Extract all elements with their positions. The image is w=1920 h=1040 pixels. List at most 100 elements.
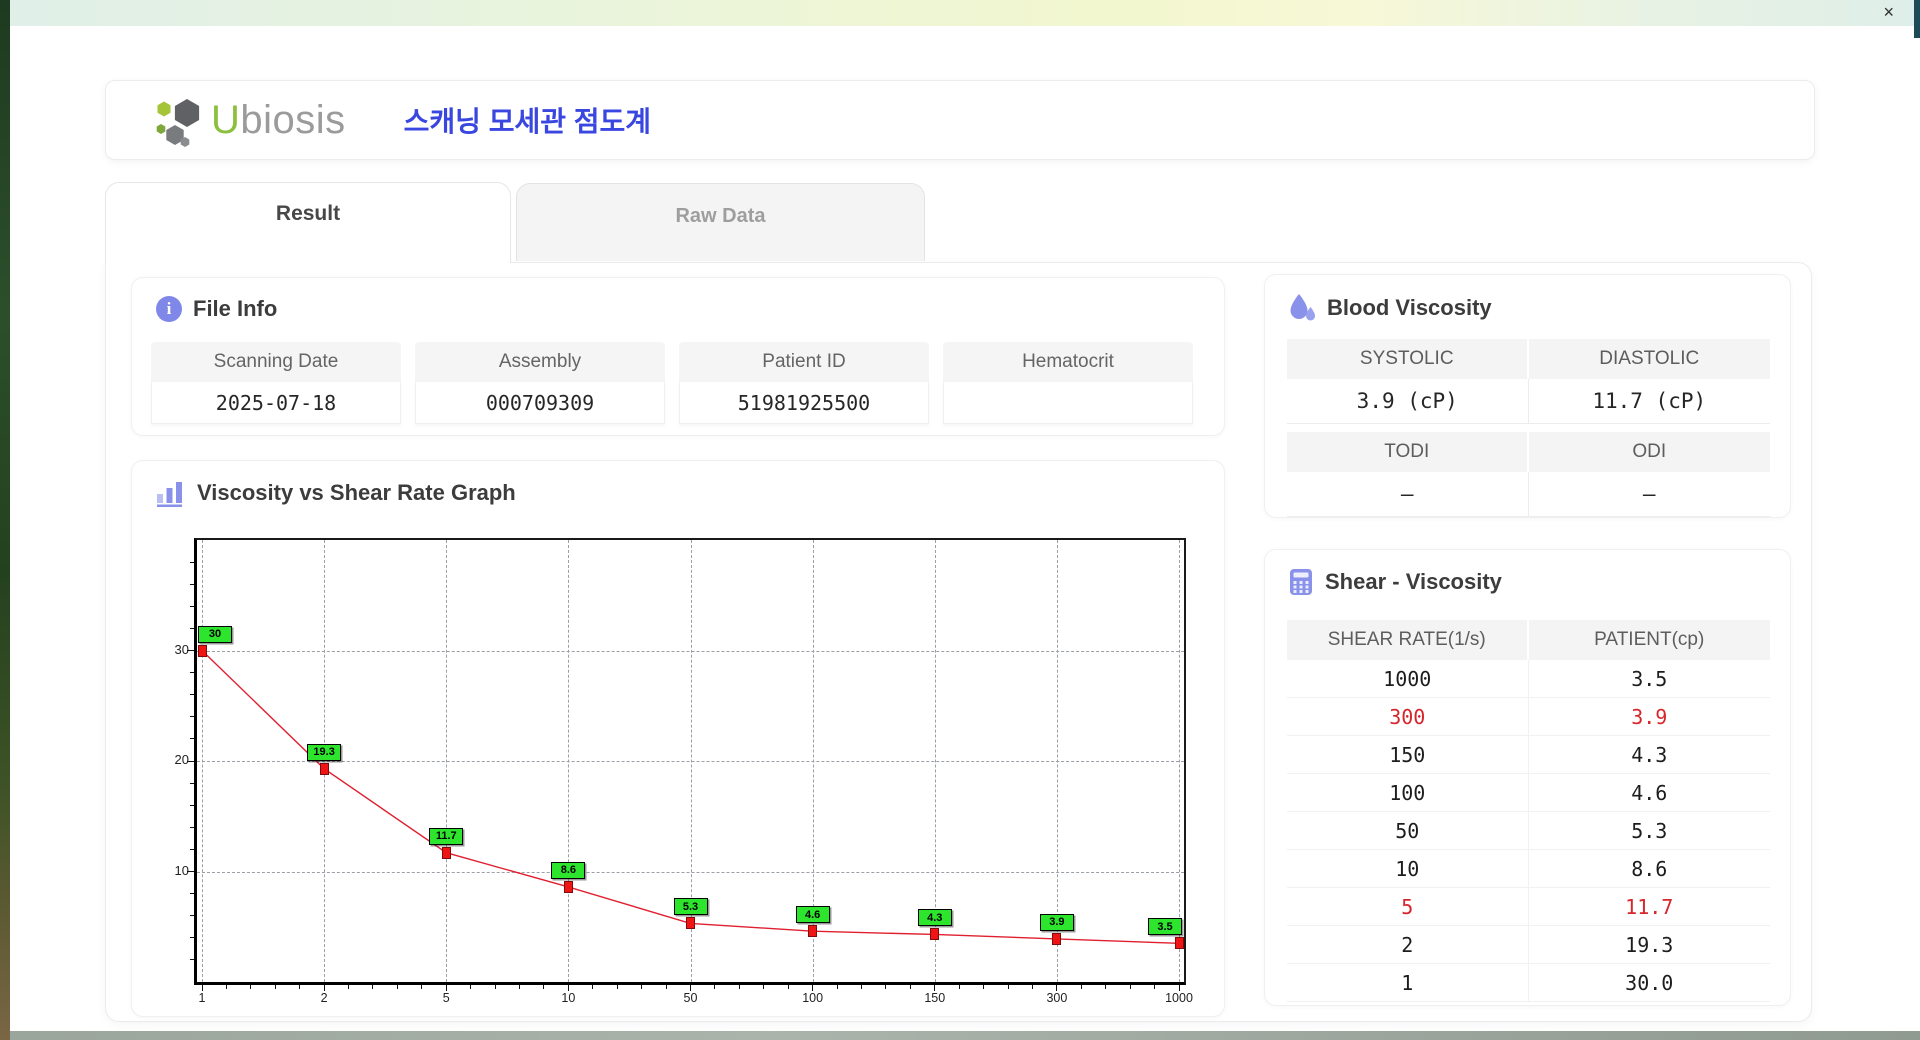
y-tick-label: 20 xyxy=(174,752,189,767)
x-minor-tick xyxy=(836,985,838,989)
bv-value: 11.7 (cP) xyxy=(1528,379,1770,424)
viscosity-chart: 30 19.3 11.7 8.6 5.3 4.6 4.3 3.9 3.5 xyxy=(194,538,1186,985)
x-tick-label: 5 xyxy=(442,991,450,1005)
x-tick-label: 50 xyxy=(683,991,698,1005)
table-row: 100 4.6 xyxy=(1287,774,1770,812)
data-point-label: 19.3 xyxy=(307,743,342,761)
x-major-tick xyxy=(323,985,325,991)
shear-rate-cell: 300 xyxy=(1287,698,1529,736)
patient-cell: 4.3 xyxy=(1528,736,1770,774)
calculator-icon xyxy=(1290,569,1312,595)
x-minor-tick xyxy=(1129,985,1131,989)
patient-cell: 30.0 xyxy=(1528,964,1770,1002)
tab-result[interactable]: Result xyxy=(105,182,511,263)
ubiosis-logo-icon xyxy=(156,99,200,147)
patient-cell: 5.3 xyxy=(1528,812,1770,850)
file-info-field-value: 51981925500 xyxy=(679,382,929,424)
x-minor-tick xyxy=(983,985,985,989)
x-minor-tick xyxy=(494,985,496,989)
app-title: 스캐닝 모세관 점도계 xyxy=(403,106,652,137)
shear-rate-cell: 1 xyxy=(1287,964,1529,1002)
x-minor-tick xyxy=(1080,985,1082,989)
patient-cell: 11.7 xyxy=(1528,888,1770,926)
x-tick-label: 1000 xyxy=(1165,991,1193,1005)
x-minor-tick xyxy=(372,985,374,989)
x-minor-tick xyxy=(470,985,472,989)
shear-rate-cell: 150 xyxy=(1287,736,1529,774)
bv-label: SYSTOLIC xyxy=(1287,339,1529,379)
file-info-field-3: Hematocrit xyxy=(943,342,1193,424)
x-minor-tick xyxy=(885,985,887,989)
x-tick-label: 2 xyxy=(320,991,328,1005)
x-major-tick xyxy=(567,985,569,991)
file-info-field-label: Assembly xyxy=(415,342,665,382)
file-info-field-0: Scanning Date 2025-07-18 xyxy=(151,342,401,424)
x-major-tick xyxy=(1056,985,1058,991)
table-row: 5 11.7 xyxy=(1287,888,1770,926)
tab-raw-data[interactable]: Raw Data xyxy=(516,183,925,261)
sv-header-row: SHEAR RATE(1/s) PATIENT(cp) xyxy=(1287,620,1770,660)
x-minor-tick xyxy=(714,985,716,989)
data-point-label: 3.5 xyxy=(1148,918,1182,936)
shear-rate-cell: 1000 xyxy=(1287,660,1529,698)
close-icon[interactable]: × xyxy=(1883,2,1894,22)
bv-value: – xyxy=(1287,472,1529,517)
x-minor-tick xyxy=(348,985,350,989)
x-minor-tick xyxy=(665,985,667,989)
patient-cell: 3.5 xyxy=(1528,660,1770,698)
bv-label: ODI xyxy=(1528,432,1770,472)
y-major-tick xyxy=(187,760,194,762)
table-row: 2 19.3 xyxy=(1287,926,1770,964)
desktop-edge-right xyxy=(1914,0,1920,38)
x-minor-tick xyxy=(299,985,301,989)
bv-label-row: TODI ODI xyxy=(1287,432,1770,472)
file-info-title: File Info xyxy=(193,296,278,321)
shear-rate-cell: 100 xyxy=(1287,774,1529,812)
y-major-tick xyxy=(187,650,194,651)
data-point xyxy=(930,928,940,941)
bar-chart-icon xyxy=(157,482,182,507)
patient-cell: 8.6 xyxy=(1528,850,1770,888)
graph-title: Viscosity vs Shear Rate Graph xyxy=(197,480,516,505)
bv-value: – xyxy=(1528,472,1770,517)
x-minor-tick xyxy=(616,985,618,989)
x-tick-label: 100 xyxy=(802,991,824,1005)
viscosity-line xyxy=(201,649,1180,945)
table-row: 1 30.0 xyxy=(1287,964,1770,1002)
droplet-icon xyxy=(1290,294,1315,321)
data-point-label: 8.6 xyxy=(551,861,586,879)
x-minor-tick xyxy=(787,985,789,989)
data-point xyxy=(1052,932,1062,945)
graph-section: Viscosity vs Shear Rate Graph 30 19.3 11.7… xyxy=(131,460,1225,1017)
file-info-section: i File Info Scanning Date 2025-07-18 Assem… xyxy=(131,277,1225,436)
blood-viscosity-table: SYSTOLIC DIASTOLIC 3.9 (cP) 11.7 (cP) TODI OD… xyxy=(1287,339,1770,517)
x-minor-tick xyxy=(1154,985,1156,989)
bv-value-row: – – xyxy=(1287,472,1770,517)
sv-column-header: SHEAR RATE(1/s) xyxy=(1287,620,1529,660)
bv-value-row: 3.9 (cP) 11.7 (cP) xyxy=(1287,379,1770,424)
data-point xyxy=(319,762,329,775)
x-major-tick xyxy=(445,985,447,991)
x-major-tick xyxy=(934,985,936,991)
y-major-tick xyxy=(187,871,194,872)
x-minor-tick xyxy=(396,985,398,989)
file-info-field-value xyxy=(943,382,1193,424)
data-point-label: 4.3 xyxy=(917,909,952,927)
table-row: 10 8.6 xyxy=(1287,850,1770,888)
x-tick-label: 10 xyxy=(561,991,576,1005)
x-major-tick xyxy=(690,985,691,991)
shear-viscosity-table: SHEAR RATE(1/s) PATIENT(cp) 1000 3.5 300 3.9 1… xyxy=(1287,620,1770,1002)
x-minor-tick xyxy=(519,985,521,989)
x-minor-tick xyxy=(225,985,227,989)
x-minor-tick xyxy=(1031,985,1033,989)
data-point xyxy=(686,917,695,930)
bv-label-row: SYSTOLIC DIASTOLIC xyxy=(1287,339,1770,379)
data-point-label: 4.6 xyxy=(795,906,830,924)
shear-rate-cell: 2 xyxy=(1287,926,1529,964)
blood-viscosity-section: Blood Viscosity SYSTOLIC DIASTOLIC 3.9 (cP… xyxy=(1264,274,1791,518)
x-major-tick xyxy=(201,985,203,991)
data-point xyxy=(197,644,207,657)
shear-rate-cell: 10 xyxy=(1287,850,1529,888)
x-minor-tick xyxy=(958,985,960,989)
shear-viscosity-section: Shear - Viscosity SHEAR RATE(1/s) PATIENT… xyxy=(1264,549,1791,1006)
